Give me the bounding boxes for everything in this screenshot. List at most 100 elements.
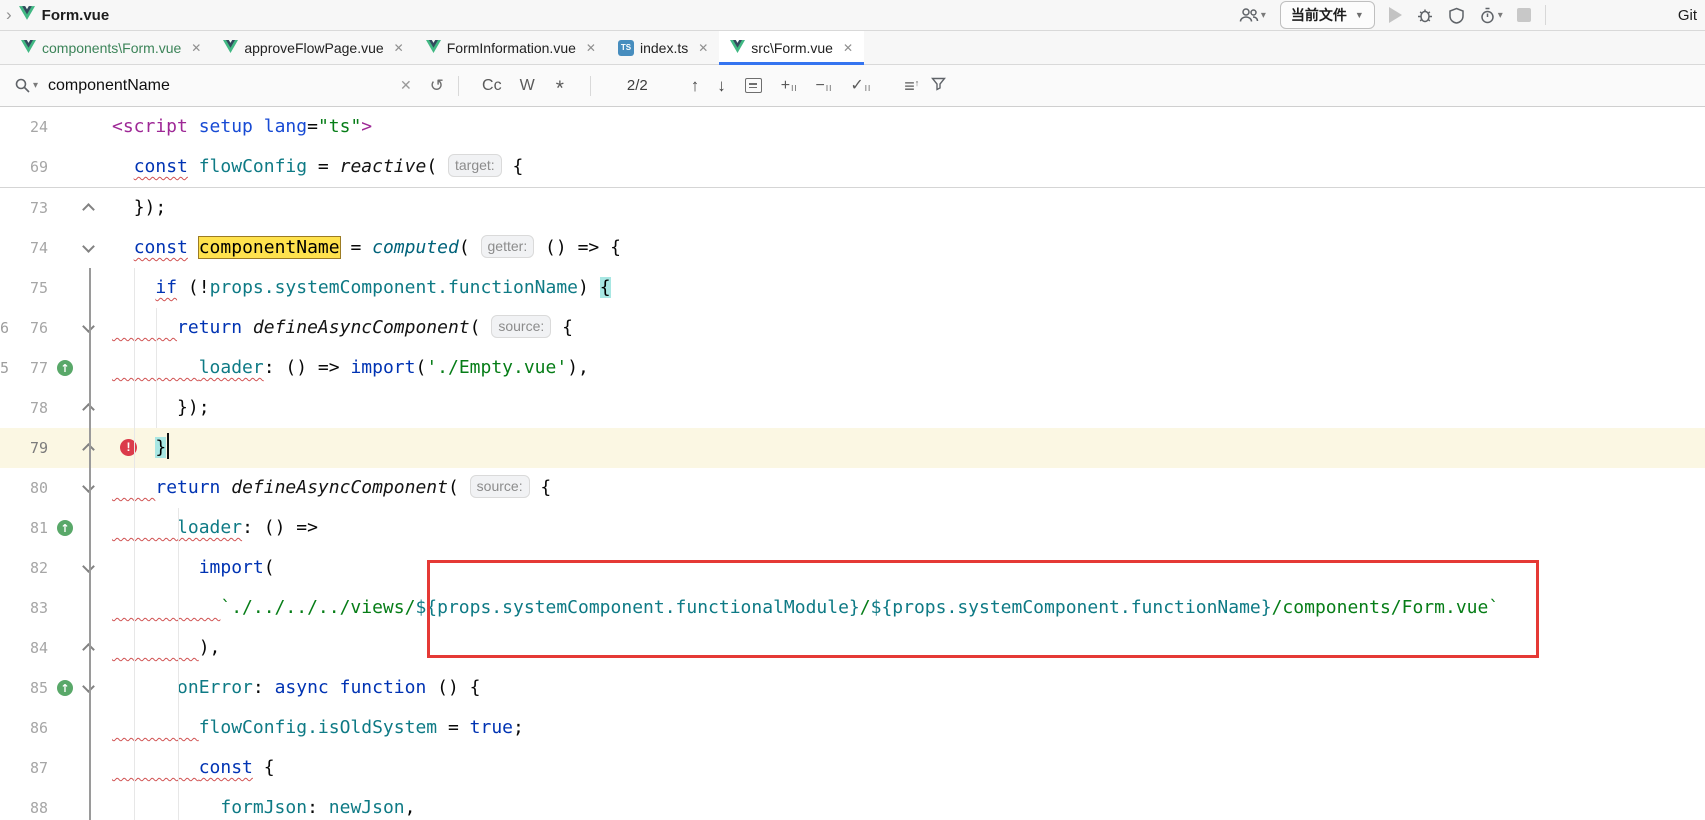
fold-down-icon[interactable]	[82, 480, 95, 493]
line-number[interactable]: 88	[12, 799, 48, 817]
line-number[interactable]: 77	[12, 359, 48, 377]
regex-toggle[interactable]: *	[556, 84, 564, 94]
select-all-occurrences-button[interactable]: ✓II	[850, 79, 871, 93]
tab-components-form-vue[interactable]: components\Form.vue ✕	[10, 31, 212, 64]
code-text[interactable]: formJson: newJson,	[112, 788, 1705, 820]
view-options-icon[interactable]: ≡↑	[904, 78, 919, 94]
tab-approveflowpage-vue[interactable]: approveFlowPage.vue ✕	[212, 31, 414, 64]
line-number[interactable]: 81	[12, 519, 48, 537]
close-icon[interactable]: ✕	[191, 41, 201, 55]
line-number[interactable]: 73	[12, 199, 48, 217]
search-history-icon[interactable]: ↺	[430, 76, 444, 96]
stop-button[interactable]	[1517, 8, 1531, 22]
code-line-81[interactable]: 81 ↑ loader: () =>	[0, 508, 1705, 548]
line-number[interactable]: 75	[12, 279, 48, 297]
code-line-80[interactable]: 80 return defineAsyncComponent( source: …	[0, 468, 1705, 508]
fold-down-icon[interactable]	[82, 560, 95, 573]
code-line-77[interactable]: 577↑ loader: () => import('./Empty.vue')…	[0, 348, 1705, 388]
code-line-79[interactable]: 79 }!	[0, 428, 1705, 468]
match-case-toggle[interactable]: Cc	[482, 77, 502, 95]
previous-match-button[interactable]: ↑	[691, 76, 700, 96]
green-up-arrow-icon[interactable]: ↑	[57, 360, 73, 376]
debug-button[interactable]	[1416, 6, 1434, 24]
line-number[interactable]: 87	[12, 759, 48, 777]
code-text[interactable]: });	[112, 188, 1705, 228]
code-text[interactable]: flowConfig.isOldSystem = true;	[112, 708, 1705, 748]
tab-forminformation-vue[interactable]: FormInformation.vue ✕	[415, 31, 607, 64]
search-mode-button[interactable]: ▾	[14, 77, 38, 94]
code-line-86[interactable]: 86 flowConfig.isOldSystem = true;	[0, 708, 1705, 748]
line-number[interactable]: 84	[12, 639, 48, 657]
editor[interactable]: 24<script setup lang="ts">69 const flowC…	[0, 107, 1705, 820]
token: if	[155, 277, 177, 298]
line-number[interactable]: 79	[12, 439, 48, 457]
code-text[interactable]: return defineAsyncComponent( source: {	[112, 308, 1705, 348]
token: ,	[405, 797, 416, 818]
add-occurrence-button[interactable]: +II	[781, 79, 798, 93]
code-rows[interactable]: 73 });74 const componentName = computed(…	[0, 188, 1705, 820]
search-input[interactable]: componentName	[48, 77, 400, 95]
close-icon[interactable]: ✕	[698, 41, 708, 55]
fold-slot	[78, 202, 98, 214]
line-number[interactable]: 24	[12, 118, 48, 136]
tab-index-ts[interactable]: TS index.ts ✕	[607, 31, 719, 64]
code-line-76[interactable]: 676 return defineAsyncComponent( source:…	[0, 308, 1705, 348]
green-up-arrow-icon[interactable]: ↑	[57, 520, 73, 536]
code-line-85[interactable]: 85 ↑ onError: async function () {	[0, 668, 1705, 708]
line-number[interactable]: 74	[12, 239, 48, 257]
fold-slot	[78, 402, 98, 414]
gutter: 83	[0, 588, 112, 628]
close-icon[interactable]: ✕	[586, 41, 596, 55]
fold-up-icon[interactable]	[82, 403, 95, 416]
code-line-73[interactable]: 73 });	[0, 188, 1705, 228]
code-text[interactable]: <script setup lang="ts">	[112, 107, 1705, 147]
fold-up-icon[interactable]	[82, 643, 95, 656]
next-match-button[interactable]: ↓	[717, 76, 726, 96]
line-number[interactable]: 82	[12, 559, 48, 577]
code-text[interactable]: const componentName = computed( getter: …	[112, 228, 1705, 268]
fold-down-icon[interactable]	[82, 320, 95, 333]
code-text[interactable]: loader: () => import('./Empty.vue'),	[112, 348, 1705, 388]
code-text[interactable]: loader: () =>	[112, 508, 1705, 548]
close-icon[interactable]: ✕	[394, 41, 404, 55]
code-line-69[interactable]: 69 const flowConfig = reactive( target: …	[0, 147, 1705, 187]
remove-occurrence-button[interactable]: −II	[816, 79, 833, 93]
fold-up-icon[interactable]	[82, 443, 95, 456]
line-number[interactable]: 83	[12, 599, 48, 617]
code-text[interactable]: const {	[112, 748, 1705, 788]
fold-down-icon[interactable]	[82, 680, 95, 693]
code-line-78[interactable]: 78 });	[0, 388, 1705, 428]
run-button[interactable]	[1389, 7, 1402, 23]
git-widget[interactable]: Git	[1678, 7, 1697, 24]
code-with-me-button[interactable]: ▾	[1239, 7, 1266, 23]
code-line-74[interactable]: 74 const componentName = computed( gette…	[0, 228, 1705, 268]
run-config-selector[interactable]: 当前文件 ▼	[1280, 1, 1375, 29]
fold-up-icon[interactable]	[82, 203, 95, 216]
line-number[interactable]: 78	[12, 399, 48, 417]
code-line-24[interactable]: 24 <script setup lang="ts">	[0, 107, 1705, 147]
profiler-button[interactable]: ▾	[1479, 7, 1503, 24]
code-line-87[interactable]: 87 const {	[0, 748, 1705, 788]
code-text[interactable]: });	[112, 388, 1705, 428]
clear-search-icon[interactable]: ✕	[400, 77, 412, 94]
green-up-arrow-icon[interactable]: ↑	[57, 680, 73, 696]
close-icon[interactable]: ✕	[843, 41, 853, 55]
code-line-88[interactable]: 88 formJson: newJson,	[0, 788, 1705, 820]
whole-words-toggle[interactable]: W	[520, 77, 535, 95]
code-text[interactable]: if (!props.systemComponent.functionName)…	[112, 268, 1705, 308]
line-number[interactable]: 80	[12, 479, 48, 497]
run-with-coverage-button[interactable]	[1448, 7, 1465, 24]
line-number[interactable]: 76	[12, 319, 48, 337]
code-text[interactable]: }!	[112, 428, 1705, 468]
line-number[interactable]: 86	[12, 719, 48, 737]
code-line-75[interactable]: 75 if (!props.systemComponent.functionNa…	[0, 268, 1705, 308]
tab-src-form-vue[interactable]: src\Form.vue ✕	[719, 31, 864, 64]
code-text[interactable]: return defineAsyncComponent( source: {	[112, 468, 1705, 508]
search-in-selection-icon[interactable]	[745, 78, 762, 93]
fold-down-icon[interactable]	[82, 240, 95, 253]
line-number[interactable]: 85	[12, 679, 48, 697]
filter-icon[interactable]	[931, 76, 946, 96]
code-text[interactable]: onError: async function () {	[112, 668, 1705, 708]
code-text[interactable]: const flowConfig = reactive( target: {	[112, 147, 1705, 187]
line-number[interactable]: 69	[12, 158, 48, 176]
